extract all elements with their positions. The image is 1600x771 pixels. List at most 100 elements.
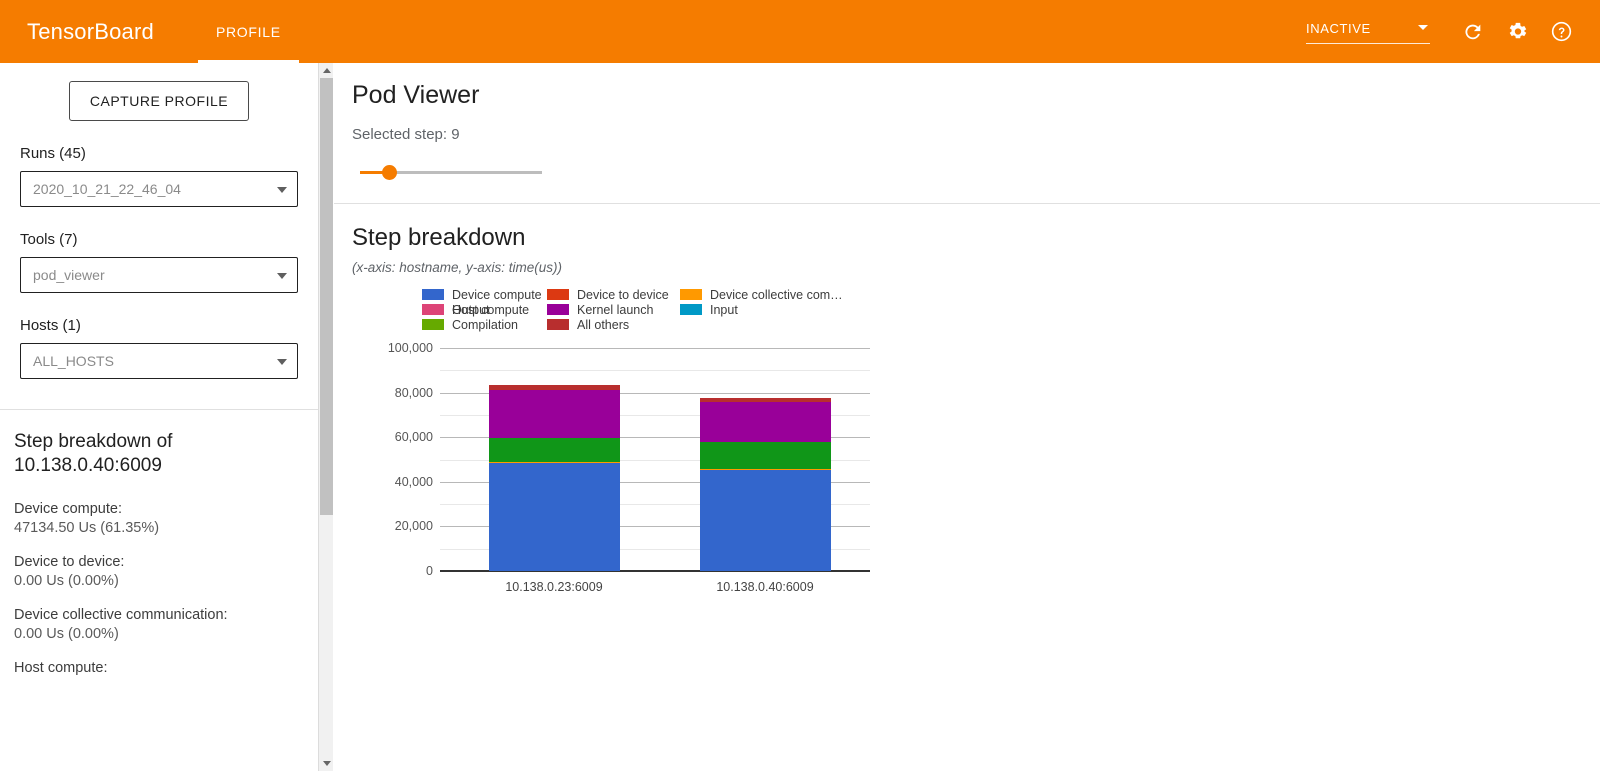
detail-value: 0.00 Us (0.00%) — [14, 625, 119, 642]
triangle-down-icon — [322, 761, 331, 766]
main-content: Pod Viewer Selected step: 9 Step breakdo… — [334, 63, 1600, 771]
scroll-up-button[interactable] — [319, 63, 334, 78]
step-breakdown-chart: Device compute Device to device Device col… — [387, 287, 910, 594]
help-circle-icon — [1551, 21, 1571, 42]
runs-field: Runs (45) 2020_10_21_22_46_04 — [0, 145, 318, 207]
detail-item: Device to device: 0.00 Us (0.00%) — [14, 554, 302, 589]
legend-label: Device compute — [452, 287, 542, 302]
bar-segment-device-collective-com…[interactable] — [699, 468, 831, 471]
bar-10.138.0.23:6009[interactable]: 10.138.0.23:6009 — [488, 385, 620, 594]
step-breakdown-detail: Step breakdown of 10.138.0.40:6009 Devic… — [0, 410, 318, 676]
sidebar-scrollbar[interactable] — [318, 63, 333, 771]
scrollbar-thumb[interactable] — [320, 78, 333, 515]
settings-gear-icon — [1509, 22, 1526, 39]
detail-item: Device collective communication: 0.00 Us… — [14, 607, 302, 642]
settings-button[interactable] — [1498, 13, 1536, 51]
bar-segment-device-collective-com…[interactable] — [488, 461, 620, 464]
y-axis-tick-label: 0 — [426, 564, 433, 578]
chevron-down-icon — [277, 273, 287, 279]
bar-segment-host-compute[interactable] — [699, 442, 831, 469]
y-axis-tick-label: 60,000 — [394, 430, 433, 445]
gridline-minor — [440, 370, 870, 372]
top-bar-actions: INACTIVE — [1306, 13, 1580, 51]
runs-selected-value: 2020_10_21_22_46_04 — [33, 181, 181, 197]
refresh-icon — [1465, 24, 1481, 39]
step-slider[interactable] — [360, 163, 542, 183]
chevron-down-icon — [1418, 24, 1428, 30]
step-breakdown-card: Step breakdown (x-axis: hostname, y-axis… — [334, 204, 1600, 594]
legend-swatch — [422, 289, 444, 300]
detail-item: Device compute: 47134.50 Us (61.35%) — [14, 501, 302, 536]
runs-label: Runs (45) — [20, 145, 86, 162]
legend-swatch — [422, 304, 444, 315]
chart-title: Step breakdown — [352, 224, 526, 251]
tools-selected-value: pod_viewer — [33, 267, 105, 283]
hosts-label: Hosts (1) — [20, 317, 81, 334]
tools-select[interactable]: pod_viewer — [20, 257, 298, 293]
legend-swatch — [422, 319, 444, 330]
chevron-down-icon — [277, 359, 287, 365]
tools-label: Tools (7) — [20, 231, 78, 248]
detail-title: Step breakdown of 10.138.0.40:6009 — [14, 431, 173, 477]
run-status-dropdown[interactable]: INACTIVE — [1306, 20, 1430, 44]
capture-profile-container: CAPTURE PROFILE — [0, 63, 318, 121]
help-button[interactable] — [1542, 13, 1580, 51]
runs-select[interactable]: 2020_10_21_22_46_04 — [20, 171, 298, 207]
sidebar: CAPTURE PROFILE Runs (45) 2020_10_21_22_… — [0, 63, 318, 771]
refresh-button[interactable] — [1454, 13, 1492, 51]
legend-row: Compilation All others — [422, 317, 862, 332]
legend-label: Kernel launch — [577, 302, 654, 317]
detail-item: Host compute: — [14, 660, 302, 676]
detail-key: Device collective communication: — [14, 606, 228, 623]
chart-subtitle: (x-axis: hostname, y-axis: time(us)) — [352, 260, 563, 275]
legend-item[interactable]: Kernel launch — [547, 303, 653, 317]
x-axis-tick-label: 10.138.0.23:6009 — [505, 580, 603, 594]
bar-segment-device-compute[interactable] — [488, 463, 620, 571]
chevron-down-icon — [277, 187, 287, 193]
tab-profile[interactable]: PROFILE — [197, 0, 299, 63]
y-axis-tick-label: 40,000 — [394, 474, 433, 489]
bar-segment-host-compute[interactable] — [488, 437, 620, 462]
detail-key: Device compute: — [14, 500, 122, 517]
legend-item[interactable]: All others — [547, 318, 629, 332]
bar-10.138.0.40:6009[interactable]: 10.138.0.40:6009 — [699, 398, 831, 594]
legend-item[interactable]: Device to device — [547, 288, 669, 302]
app-brand: TensorBoard — [27, 18, 154, 44]
legend-swatch — [547, 304, 569, 315]
legend-swatch — [680, 304, 702, 315]
hosts-select[interactable]: ALL_HOSTS — [20, 343, 298, 379]
scroll-down-button[interactable] — [319, 756, 334, 771]
chart-legend: Device compute Device to device Device col… — [422, 287, 862, 332]
bar-segment-kernel-launch[interactable] — [488, 389, 620, 438]
legend-item[interactable]: Device compute — [422, 288, 542, 302]
legend-label: Device to device — [577, 287, 669, 302]
legend-label: Compilation — [452, 317, 519, 332]
legend-label: All others — [577, 317, 630, 332]
slider-thumb[interactable] — [381, 165, 397, 180]
legend-item[interactable]: Output — [422, 303, 490, 317]
detail-key: Host compute: — [14, 659, 108, 676]
y-axis-tick-label: 20,000 — [394, 519, 433, 534]
top-app-bar: TensorBoard PROFILE INACTIVE — [0, 0, 1600, 63]
legend-swatch — [547, 289, 569, 300]
capture-profile-button[interactable]: CAPTURE PROFILE — [68, 81, 250, 121]
run-status-label: INACTIVE — [1306, 20, 1371, 36]
bar-segment-all-others[interactable] — [488, 385, 620, 390]
legend-item[interactable]: Compilation — [422, 318, 518, 332]
bar-segment-device-compute[interactable] — [699, 470, 831, 571]
tools-field: Tools (7) pod_viewer — [0, 231, 318, 293]
legend-label: Output — [452, 302, 490, 317]
page-title: Pod Viewer — [352, 81, 480, 109]
legend-row: Device compute Device to device Device col… — [422, 287, 862, 302]
y-axis-tick-label: 100,000 — [387, 341, 433, 355]
legend-row: Host compute Kernel launch Input Output — [422, 302, 862, 317]
nav-tabs: PROFILE — [197, 0, 299, 63]
legend-item[interactable]: Input — [680, 303, 738, 317]
bar-segment-kernel-launch[interactable] — [699, 401, 831, 443]
detail-value: 0.00 Us (0.00%) — [14, 572, 119, 589]
legend-label: Device collective com… — [710, 287, 843, 302]
legend-item[interactable]: Device collective com… — [680, 288, 843, 302]
bar-segment-all-others[interactable] — [699, 398, 831, 402]
legend-label: Input — [710, 302, 738, 317]
hosts-selected-value: ALL_HOSTS — [33, 353, 114, 369]
